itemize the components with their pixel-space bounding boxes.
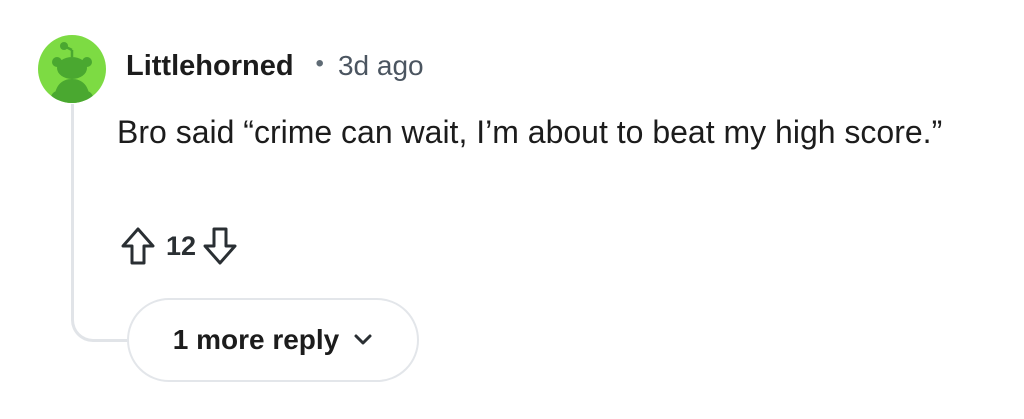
- avatar[interactable]: [38, 35, 106, 103]
- timestamp: 3d ago: [337, 50, 424, 81]
- vote-controls: 12: [118, 224, 240, 268]
- downvote-arrow-icon: [203, 227, 237, 265]
- comment-meta: Littlehorned • 3d ago: [126, 44, 424, 88]
- downvote-button[interactable]: [200, 224, 240, 268]
- meta-separator: •: [315, 50, 324, 77]
- upvote-button[interactable]: [118, 224, 158, 268]
- username[interactable]: Littlehorned: [126, 50, 294, 83]
- comment: Littlehorned • 3d ago Bro said “crime ca…: [0, 0, 1024, 419]
- chevron-down-icon: [353, 333, 373, 347]
- comment-body: Bro said “crime can wait, I’m about to b…: [117, 114, 943, 150]
- vote-count: 12: [166, 230, 197, 261]
- more-replies-label: 1 more reply: [172, 324, 340, 355]
- upvote-arrow-icon: [121, 227, 155, 265]
- snoo-avatar-icon: [50, 42, 94, 103]
- more-replies-button[interactable]: 1 more reply: [127, 298, 419, 382]
